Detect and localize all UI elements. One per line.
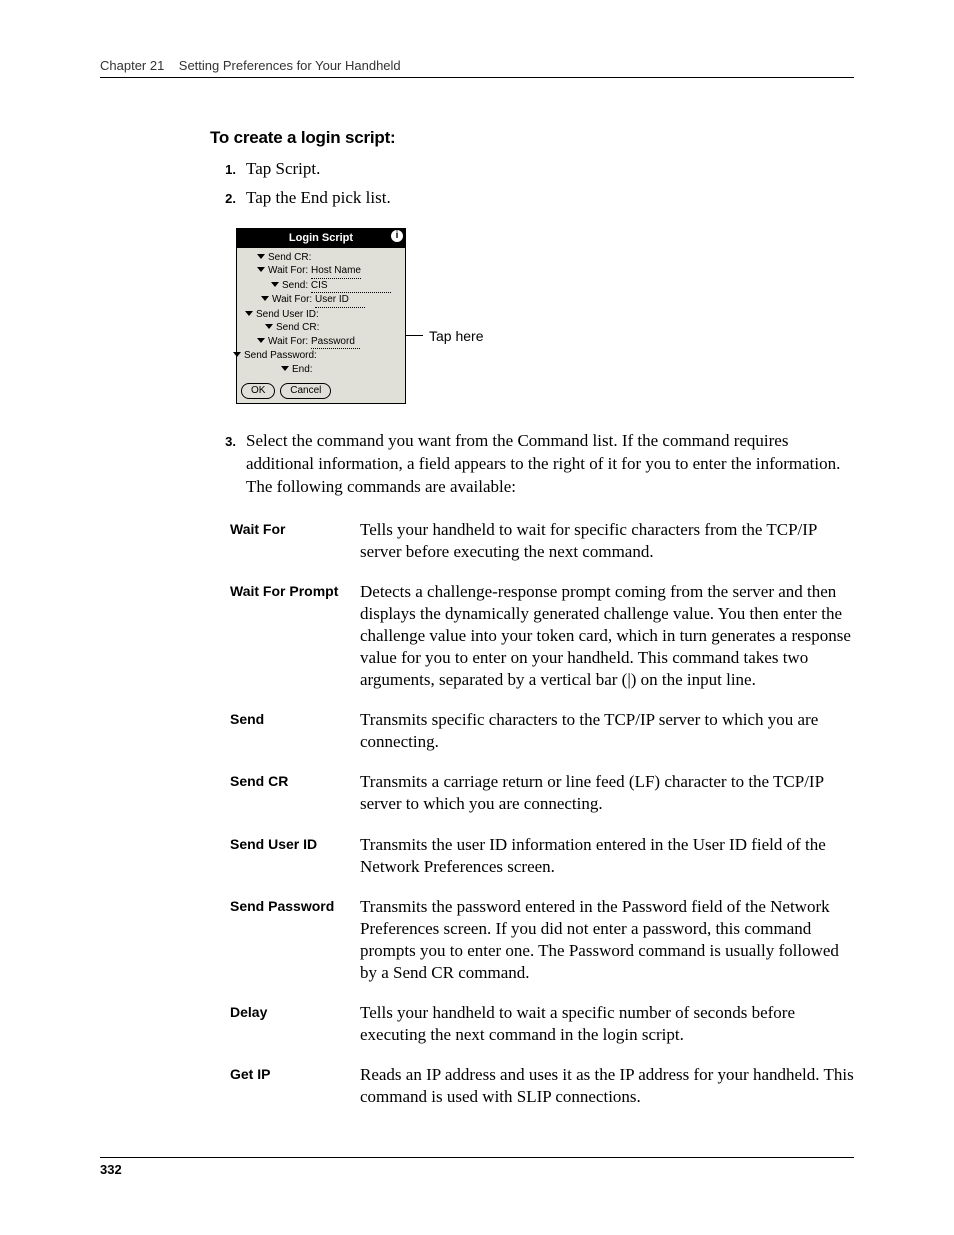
command-row: Get IPReads an IP address and uses it as… <box>230 1064 854 1108</box>
command-row: SendTransmits specific characters to the… <box>230 709 854 753</box>
callout-text: Tap here <box>423 328 483 344</box>
palm-screen: Login Script i Send CR:Wait For: Host Na… <box>236 228 406 404</box>
command-term: Wait For <box>230 519 360 563</box>
dropdown-icon[interactable] <box>281 366 289 371</box>
dropdown-icon[interactable] <box>271 282 279 287</box>
section-title: To create a login script: <box>210 128 854 148</box>
palm-row-label: Wait For: <box>268 265 308 276</box>
step-number: 3. <box>210 430 246 499</box>
command-description: Transmits specific characters to the TCP… <box>360 709 854 753</box>
command-description: Tells your handheld to wait for specific… <box>360 519 854 563</box>
palm-row-value[interactable]: Password <box>311 335 360 350</box>
command-row: Send User IDTransmits the user ID inform… <box>230 834 854 878</box>
command-description: Transmits the password entered in the Pa… <box>360 896 854 984</box>
command-description: Tells your handheld to wait a specific n… <box>360 1002 854 1046</box>
step-text: Tap Script. <box>246 158 854 181</box>
command-term: Send Password <box>230 896 360 984</box>
step-text: Select the command you want from the Com… <box>246 430 854 499</box>
palm-row-label: Send CR: <box>276 322 319 333</box>
dropdown-icon[interactable] <box>257 338 265 343</box>
command-row: Wait For PromptDetects a challenge-respo… <box>230 581 854 691</box>
header-title: Setting Preferences for Your Handheld <box>179 58 401 73</box>
palm-row-label: Send CR: <box>268 252 311 263</box>
palm-row-value[interactable]: Host Name <box>311 264 361 279</box>
page-number: 332 <box>100 1162 122 1177</box>
command-term: Wait For Prompt <box>230 581 360 691</box>
dropdown-icon[interactable] <box>261 296 269 301</box>
cancel-button[interactable]: Cancel <box>280 383 331 399</box>
dropdown-icon[interactable] <box>265 324 273 329</box>
palm-row: Send Password: <box>241 349 401 363</box>
step-2: 2. Tap the End pick list. <box>210 187 854 210</box>
command-row: Wait ForTells your handheld to wait for … <box>230 519 854 563</box>
dropdown-icon[interactable] <box>257 254 265 259</box>
command-description: Detects a challenge-response prompt comi… <box>360 581 854 691</box>
palm-row-value[interactable]: User ID <box>315 293 365 308</box>
callout: Tap here <box>406 328 483 344</box>
command-term: Send User ID <box>230 834 360 878</box>
dropdown-icon[interactable] <box>245 311 253 316</box>
palm-row-label: Wait For: <box>272 294 312 305</box>
command-description: Reads an IP address and uses it as the I… <box>360 1064 854 1108</box>
palm-row: Send CR: <box>241 321 401 335</box>
palm-row-label: End: <box>292 364 313 375</box>
palm-row: Wait For: Password <box>241 335 401 350</box>
step-text: Tap the End pick list. <box>246 187 854 210</box>
palm-body: Send CR:Wait For: Host NameSend: CISWait… <box>237 248 405 380</box>
ok-button[interactable]: OK <box>241 383 275 399</box>
command-description: Transmits a carriage return or line feed… <box>360 771 854 815</box>
command-term: Send <box>230 709 360 753</box>
palm-row: Send: CIS <box>241 279 401 294</box>
step-3: 3. Select the command you want from the … <box>210 430 854 499</box>
command-term: Get IP <box>230 1064 360 1108</box>
palm-row: Send CR: <box>241 251 401 265</box>
command-term: Delay <box>230 1002 360 1046</box>
palm-row-label: Send: <box>282 280 308 291</box>
palm-row: Send User ID: <box>241 308 401 322</box>
figure-login-script: Login Script i Send CR:Wait For: Host Na… <box>236 228 854 404</box>
palm-button-row: OK Cancel <box>237 379 405 403</box>
step-1: 1. Tap Script. <box>210 158 854 181</box>
palm-row-label: Wait For: <box>268 336 308 347</box>
dropdown-icon[interactable] <box>257 267 265 272</box>
step-number: 1. <box>210 158 246 181</box>
header-chapter: Chapter 21 <box>100 58 164 73</box>
command-description: Transmits the user ID information entere… <box>360 834 854 878</box>
info-icon: i <box>391 230 403 242</box>
palm-row-label: Send Password: <box>244 350 317 361</box>
palm-title-bar: Login Script i <box>237 229 405 248</box>
callout-line <box>405 335 423 336</box>
palm-row: Wait For: Host Name <box>241 264 401 279</box>
dropdown-icon[interactable] <box>233 352 241 357</box>
step-number: 2. <box>210 187 246 210</box>
palm-row-label: Send User ID: <box>256 309 319 320</box>
command-term: Send CR <box>230 771 360 815</box>
page-header: Chapter 21 Setting Preferences for Your … <box>100 58 854 78</box>
palm-row-value[interactable]: CIS <box>311 279 391 294</box>
command-table: Wait ForTells your handheld to wait for … <box>230 519 854 1109</box>
palm-row: End: <box>241 363 401 377</box>
command-row: Send CRTransmits a carriage return or li… <box>230 771 854 815</box>
command-row: DelayTells your handheld to wait a speci… <box>230 1002 854 1046</box>
page-footer: 332 <box>100 1157 854 1177</box>
palm-row: Wait For: User ID <box>241 293 401 308</box>
palm-title-text: Login Script <box>289 232 353 244</box>
command-row: Send PasswordTransmits the password ente… <box>230 896 854 984</box>
